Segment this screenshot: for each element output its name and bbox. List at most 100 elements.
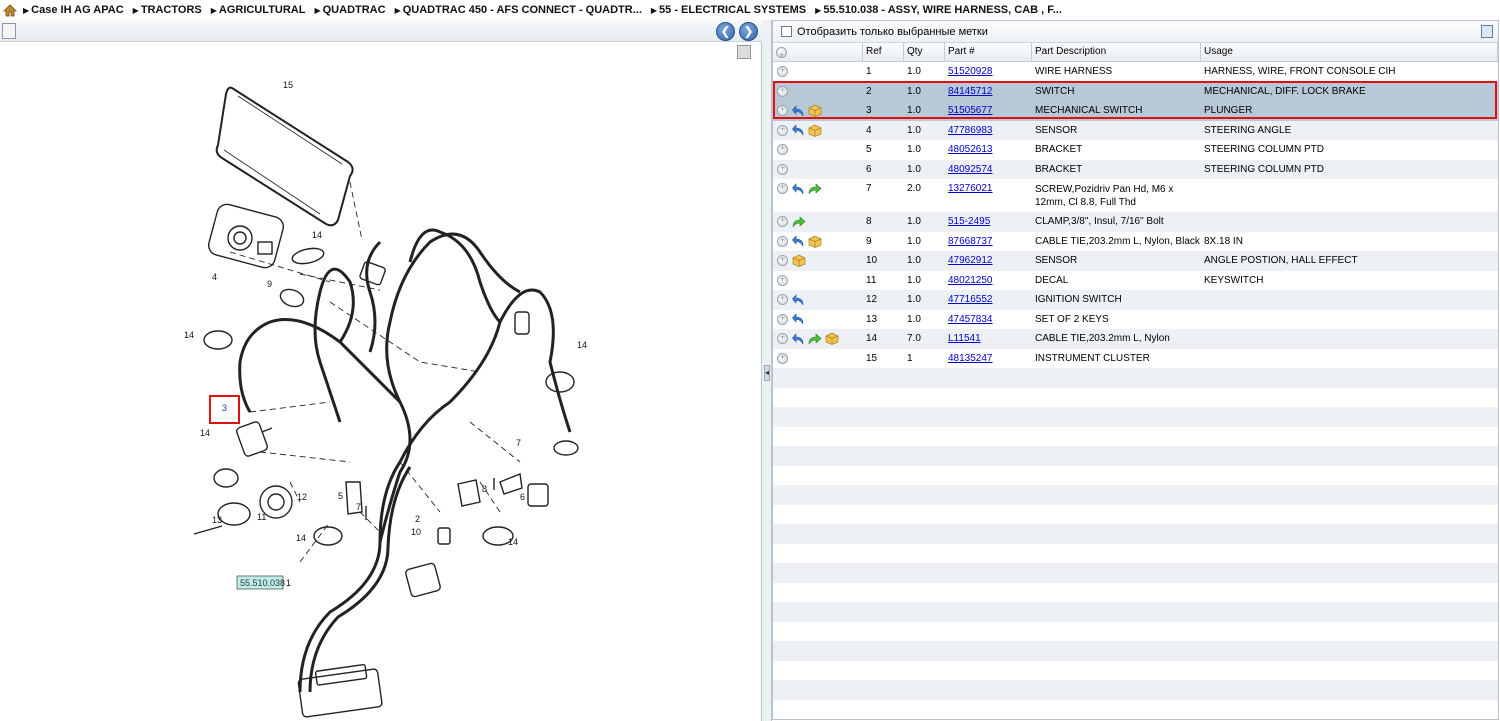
expand-all-column[interactable] [773,43,863,64]
diagram-label-15[interactable]: 15 [283,80,293,90]
breadcrumb-item[interactable]: ▶ AGRICULTURAL [211,4,306,16]
part-number-link[interactable]: 47962912 [948,255,993,266]
part-number-link[interactable]: 48021250 [948,275,993,286]
expand-row-icon[interactable] [777,352,788,364]
diagram-label-4[interactable]: 4 [212,272,217,282]
replacement-forward-icon[interactable] [808,183,822,195]
diagram-label-1[interactable]: 1 [286,578,291,588]
diagram-label-14[interactable]: 14 [508,537,518,547]
table-row[interactable]: 1 1.0 51520928 WIRE HARNESS HARNESS, WIRE, F… [773,62,1498,82]
previous-page-button[interactable]: ❮ [716,22,735,41]
replacement-forward-icon[interactable] [792,216,806,228]
package-icon[interactable] [808,235,822,248]
table-row[interactable]: 9 1.0 87668737 CABLE TIE,203.2mm L, Nylon, … [773,231,1498,251]
diagram-label-14[interactable]: 14 [312,230,322,240]
collapse-handle[interactable]: ◂ [764,365,770,381]
breadcrumb-item[interactable]: ▶ QUADTRAC 450 - AFS CONNECT - QUADTR... [395,4,642,16]
diagram-label-10[interactable]: 10 [411,527,421,537]
table-row[interactable]: 12 1.0 47716552 IGNITION SWITCH [773,290,1498,310]
part-number-link[interactable]: 51520928 [948,66,993,77]
replacement-back-icon[interactable] [792,293,805,306]
expand-row-icon[interactable] [777,215,788,228]
package-icon[interactable] [808,124,822,137]
diagram-label-3[interactable]: 3 [222,403,227,413]
table-row[interactable]: 10 1.0 47962912 SENSOR ANGLE POSTION, HALL E… [773,251,1498,271]
diagram-label-14[interactable]: 14 [296,533,306,543]
diagram-label-12[interactable]: 12 [297,492,307,502]
breadcrumb-item[interactable]: ▶ 55.510.038 - ASSY, WIRE HARNESS, CAB , … [815,4,1062,16]
diagram-label-13[interactable]: 13 [212,515,222,525]
part-number-link[interactable]: 84145712 [948,86,993,97]
expand-row-icon[interactable] [777,124,788,136]
part-number-link[interactable]: 48092574 [948,164,993,175]
part-number-link[interactable]: 515-2495 [948,216,990,227]
list-view-icon[interactable] [1481,25,1493,38]
table-row[interactable]: 11 1.0 48021250 DECAL KEYSWITCH [773,270,1498,290]
table-row[interactable]: 4 1.0 47786983 SENSOR STEERING ANGLE [773,120,1498,140]
part-number-link[interactable]: 48135247 [948,353,993,364]
diagram-label-9[interactable]: 9 [267,279,272,289]
panel-splitter[interactable]: ◂ [762,20,772,721]
part-number-link[interactable]: 87668737 [948,236,993,247]
breadcrumb-item[interactable]: ▶ QUADTRAC [314,4,385,16]
table-row[interactable]: 8 1.0 515-2495 CLAMP,3/8", Insul, 7/16" Bol… [773,212,1498,232]
package-icon[interactable] [825,332,839,346]
expand-row-icon[interactable] [777,293,788,306]
table-row[interactable]: 5 1.0 48052613 BRACKET STEERING COLUMN PTD [773,140,1498,160]
replacement-back-icon[interactable] [792,104,805,117]
replacement-forward-icon[interactable] [808,333,822,345]
table-row[interactable]: 6 1.0 48092574 BRACKET STEERING COLUMN PTD [773,159,1498,179]
diagram-label-14[interactable]: 14 [200,428,210,438]
header-part-number[interactable]: Part # [945,43,1032,61]
diagram-label-2[interactable]: 2 [415,514,420,524]
part-number-link[interactable]: 47786983 [948,125,993,136]
diagram-label-8[interactable]: 8 [482,484,487,494]
table-row[interactable]: 15 1 48135247 INSTRUMENT CLUSTER [773,348,1498,368]
package-icon[interactable] [792,254,806,268]
expand-row-icon[interactable] [777,313,788,325]
breadcrumb-item[interactable]: ▶ 55 - ELECTRICAL SYSTEMS [651,4,806,16]
package-icon[interactable] [808,104,822,118]
breadcrumb-item[interactable]: ▶ Case IH AG APAC [23,4,124,16]
replacement-back-icon[interactable] [792,124,805,136]
expand-row-icon[interactable] [777,235,788,247]
table-row[interactable]: 7 2.0 13276021 SCREW,Pozidriv Pan Hd, M6 x … [773,179,1498,212]
diagram-label-5[interactable]: 5 [338,491,343,501]
parts-diagram[interactable]: 15 14 4 9 14 3 14 12 11 13 14 5 7 2 10 7… [0,42,760,720]
table-row[interactable]: 13 1.0 47457834 SET OF 2 KEYS [773,309,1498,329]
expand-all-icon[interactable] [776,46,787,64]
header-part-description[interactable]: Part Description [1032,43,1201,61]
table-row[interactable]: 14 7.0 L11541 CABLE TIE,203.2mm L, Nylon [773,329,1498,349]
header-qty[interactable]: Qty [904,43,945,61]
home-icon[interactable] [3,3,17,17]
part-number-link[interactable]: 47457834 [948,314,993,325]
part-number-link[interactable]: 48052613 [948,144,993,155]
header-ref[interactable]: Ref [863,43,904,61]
part-number-link[interactable]: 13276021 [948,183,993,194]
expand-row-icon[interactable] [777,104,788,117]
breadcrumb-item[interactable]: ▶ TRACTORS [133,4,202,16]
expand-row-icon[interactable] [777,143,788,156]
diagram-label-14[interactable]: 14 [184,330,194,340]
header-usage[interactable]: Usage [1201,43,1498,61]
diagram-label-11[interactable]: 11 [257,512,266,522]
expand-row-icon[interactable] [777,254,788,267]
replacement-back-icon[interactable] [792,313,805,325]
replacement-back-icon[interactable] [792,332,805,345]
part-number-link[interactable]: 47716552 [948,294,993,305]
expand-row-icon[interactable] [777,163,788,175]
replacement-back-icon[interactable] [792,183,805,195]
part-number-link[interactable]: L11541 [948,333,981,344]
expand-row-icon[interactable] [777,65,788,78]
assembly-callout[interactable]: 55.510.038 [240,578,285,588]
diagram-label-7[interactable]: 7 [356,502,361,512]
expand-row-icon[interactable] [777,85,788,97]
show-selected-checkbox[interactable] [781,26,792,37]
diagram-label-7[interactable]: 7 [516,438,521,448]
table-row[interactable]: 2 1.0 84145712 SWITCH MECHANICAL, DIFF. LOCK… [773,81,1498,101]
export-icon[interactable] [2,23,16,39]
next-page-button[interactable]: ❯ [739,22,758,41]
diagram-label-6[interactable]: 6 [520,492,525,502]
table-row[interactable]: 3 1.0 51505677 MECHANICAL SWITCH PLUNGER [773,101,1498,121]
diagram-label-14[interactable]: 14 [577,340,587,350]
